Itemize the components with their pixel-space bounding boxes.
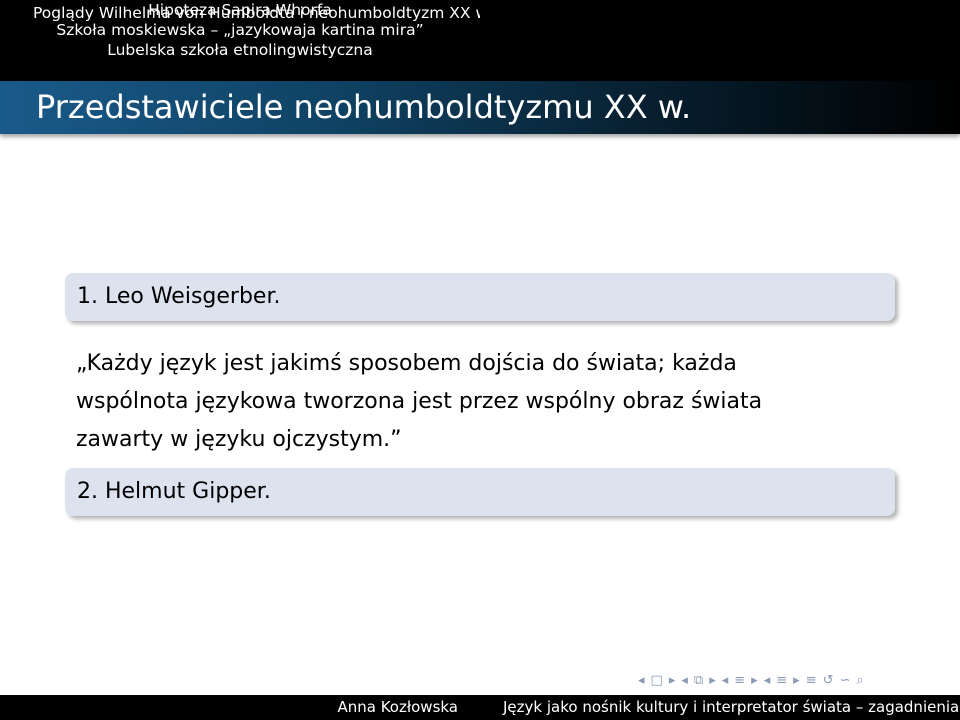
nav-prev-frame-icon[interactable]: ◂	[638, 673, 645, 688]
quote-text: „Każdy język jest jakimś sposobem dojści…	[76, 345, 896, 459]
nav-subsection-icon[interactable]: ≡	[734, 673, 745, 688]
quote-line: zawarty w języku ojczystym.”	[76, 427, 402, 452]
footer-author: Anna Kozłowska	[337, 698, 458, 716]
nav-prev-slide-icon[interactable]: ◂	[681, 673, 688, 688]
quote-line: wspólnota językowa tworzona jest przez w…	[76, 389, 763, 414]
nav-forward-icon[interactable]: ∽	[839, 673, 850, 688]
nav-next-slide-icon[interactable]: ▸	[709, 673, 716, 688]
block-label: 2. Helmut Gipper.	[77, 479, 271, 504]
nav-next-frame-icon[interactable]: ▸	[669, 673, 676, 688]
frame-title-bar: Przedstawiciele neohumboldtyzmu XX w.	[0, 81, 960, 134]
block-helmut-gipper: 2. Helmut Gipper.	[65, 468, 895, 516]
subsection-link-moscow-school[interactable]: Szkoła moskiewska – „jazykowaja kartina …	[0, 20, 480, 40]
block-label: 1. Leo Weisgerber.	[77, 284, 281, 309]
block-leo-weisgerber: 1. Leo Weisgerber.	[65, 273, 895, 321]
nav-frame-icon[interactable]: □	[651, 673, 663, 688]
nav-next-section-icon[interactable]: ▸	[793, 673, 800, 688]
quote-line: „Każdy język jest jakimś sposobem dojści…	[76, 351, 737, 376]
footer-bar: Anna Kozłowska Język jako nośnik kultury…	[0, 695, 960, 720]
nav-section-icon[interactable]: ≡	[776, 673, 787, 688]
subsection-navigation: Hipoteza Sapira-Whorfa Szkoła moskiewska…	[56, 0, 960, 81]
nav-document-icon[interactable]: ≡	[806, 673, 817, 688]
nav-prev-subsection-icon[interactable]: ◂	[722, 673, 729, 688]
nav-back-icon[interactable]: ↺	[823, 673, 834, 688]
subsection-link-lublin-school[interactable]: Lubelska szkoła etnolingwistyczna	[0, 40, 480, 60]
nav-next-subsection-icon[interactable]: ▸	[751, 673, 758, 688]
frame-title: Przedstawiciele neohumboldtyzmu XX w.	[36, 88, 692, 126]
subsection-link-sapir-whorf[interactable]: Hipoteza Sapira-Whorfa	[0, 0, 480, 20]
nav-search-icon[interactable]: ⌕	[856, 673, 863, 688]
navigation-symbols: ◂ □ ▸ ◂ ⧉ ▸ ◂ ≡ ▸ ◂ ≡ ▸ ≡ ↺ ∽ ⌕	[638, 670, 870, 690]
nav-prev-section-icon[interactable]: ◂	[764, 673, 771, 688]
nav-slide-icon[interactable]: ⧉	[694, 673, 703, 688]
top-navigation-bar: Poglądy Wilhelma von Humboldta i neohumb…	[0, 0, 960, 81]
footer-title: Język jako nośnik kultury i interpretato…	[503, 698, 960, 716]
